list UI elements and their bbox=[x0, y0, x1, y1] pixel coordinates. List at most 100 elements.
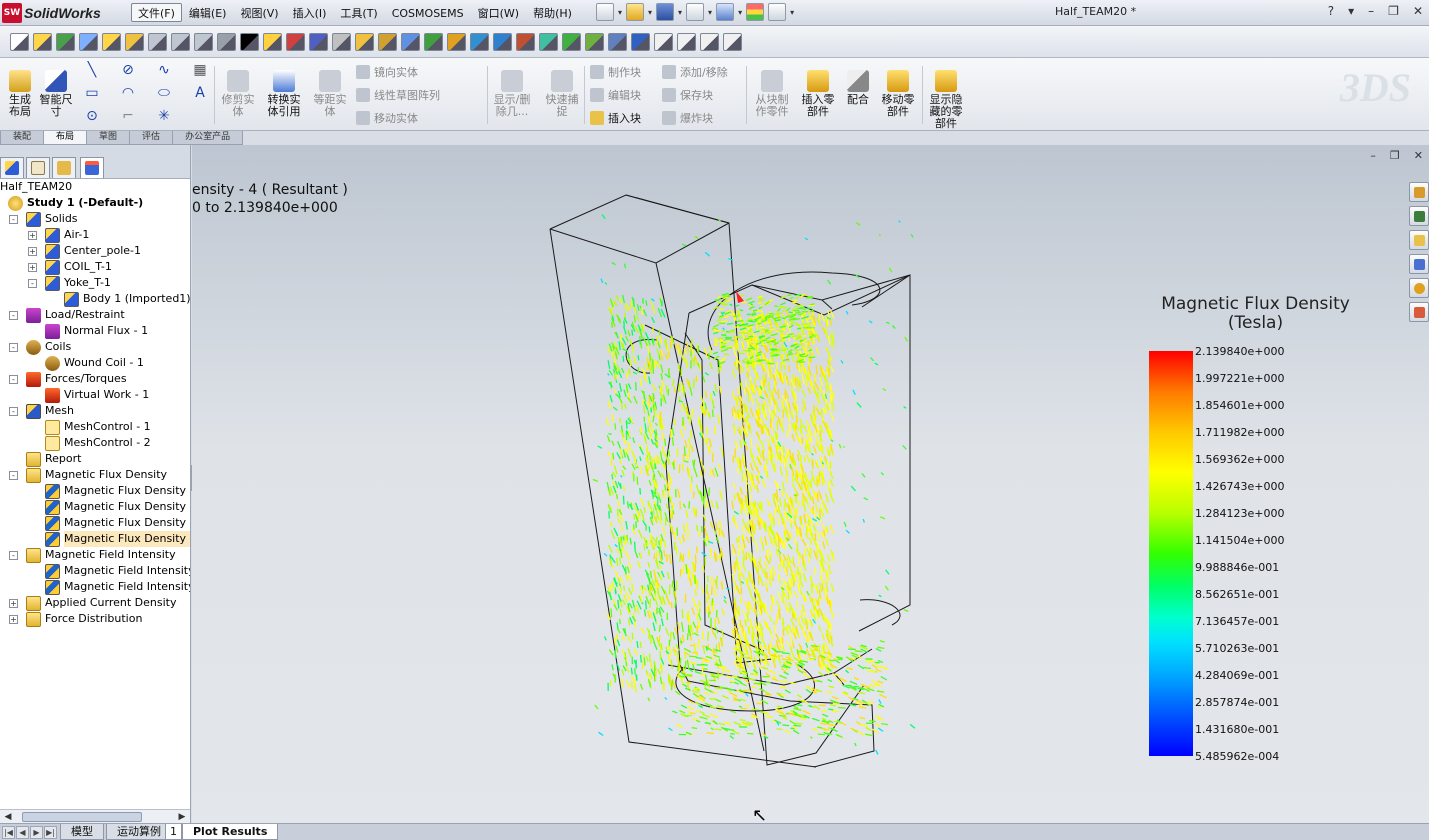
make-block-button[interactable]: 制作块 bbox=[590, 64, 641, 80]
tree-node-acd[interactable]: + Applied Current Density bbox=[9, 595, 176, 611]
tree-node-study[interactable]: Study 1 (-Default-) bbox=[8, 195, 143, 211]
toolbar-tool-icon[interactable] bbox=[125, 33, 144, 51]
tree-node-virtual-work[interactable]: Virtual Work - 1 bbox=[45, 387, 149, 403]
point-tool-icon[interactable]: ✳ bbox=[156, 108, 172, 124]
tree-node-wound-coil[interactable]: Wound Coil - 1 bbox=[45, 355, 144, 371]
toolbar-tool-icon[interactable] bbox=[263, 33, 282, 51]
tree-node-fd[interactable]: + Force Distribution bbox=[9, 611, 142, 627]
command-tab-0[interactable]: 装配 bbox=[0, 131, 45, 145]
close-button[interactable]: ✕ bbox=[1413, 4, 1423, 18]
quick-snap-button[interactable]: 快速捕 捉 bbox=[542, 70, 582, 118]
save-block-button[interactable]: 保存块 bbox=[662, 87, 713, 103]
move-entities-button[interactable]: 移动实体 bbox=[356, 110, 418, 126]
trim-entities-button[interactable]: 修剪实 体 bbox=[218, 70, 258, 118]
tree-node-body[interactable]: Body 1 (Imported1) (- bbox=[64, 291, 190, 307]
tab-configuration[interactable] bbox=[52, 157, 76, 178]
circle-tool-icon[interactable]: ⊘ bbox=[120, 62, 136, 78]
tree-node-mfd3[interactable]: Magnetic Flux Density - 3 bbox=[45, 515, 190, 531]
tab-property-manager[interactable] bbox=[26, 157, 50, 178]
toolbar-tool-icon[interactable] bbox=[539, 33, 558, 51]
options-icon[interactable] bbox=[768, 3, 787, 21]
menu-item-2[interactable]: 视图(V) bbox=[233, 3, 285, 22]
solidworks-logo[interactable]: SW SolidWorks bbox=[2, 2, 101, 24]
expand-icon[interactable]: + bbox=[28, 263, 37, 272]
rectangle-tool-icon[interactable]: ▭ bbox=[84, 85, 100, 101]
tree-node-meshcontrol1[interactable]: MeshControl - 1 bbox=[45, 419, 151, 435]
toolbar-tool-icon[interactable] bbox=[240, 33, 259, 51]
toolbar-tool-icon[interactable] bbox=[286, 33, 305, 51]
toolbar-tool-icon[interactable] bbox=[217, 33, 236, 51]
toolbar-tool-icon[interactable] bbox=[171, 33, 190, 51]
scroll-right-icon[interactable]: ▶ bbox=[176, 811, 188, 823]
collapse-icon[interactable]: - bbox=[9, 375, 18, 384]
toolbar-tool-icon[interactable] bbox=[493, 33, 512, 51]
fillet-tool-icon[interactable]: ⌐ bbox=[120, 108, 136, 124]
new-document-icon[interactable] bbox=[596, 3, 614, 21]
toolbar-tool-icon[interactable] bbox=[654, 33, 673, 51]
tree-node-mfd2[interactable]: Magnetic Flux Density - 2 bbox=[45, 499, 190, 515]
toolbar-tool-icon[interactable] bbox=[700, 33, 719, 51]
collapse-icon[interactable]: - bbox=[9, 471, 18, 480]
offset-entities-button[interactable]: 等距实 体 bbox=[310, 70, 350, 118]
toolbar-tool-icon[interactable] bbox=[401, 33, 420, 51]
menu-item-0[interactable]: 文件(F) bbox=[131, 3, 182, 22]
toolbar-tool-icon[interactable] bbox=[378, 33, 397, 51]
collapse-icon[interactable]: - bbox=[28, 279, 37, 288]
expand-icon[interactable]: + bbox=[28, 231, 37, 240]
toolbar-tool-icon[interactable] bbox=[148, 33, 167, 51]
toolbar-tool-icon[interactable] bbox=[470, 33, 489, 51]
tree-node-yoke[interactable]: - Yoke_T-1 bbox=[28, 275, 111, 291]
tree-node-center-pole[interactable]: + Center_pole-1 bbox=[28, 243, 141, 259]
toolbar-tool-icon[interactable] bbox=[562, 33, 581, 51]
collapse-icon[interactable]: - bbox=[9, 551, 18, 560]
collapse-icon[interactable]: - bbox=[9, 407, 18, 416]
toolbar-tool-icon[interactable] bbox=[56, 33, 75, 51]
insert-block-button[interactable]: 插入块 bbox=[590, 110, 641, 126]
tree-node-coil[interactable]: + COIL_T-1 bbox=[28, 259, 112, 275]
collapse-icon[interactable]: - bbox=[9, 215, 18, 224]
smart-dimension-button[interactable]: 智能尺 寸 bbox=[36, 70, 76, 118]
toolbar-tool-icon[interactable] bbox=[33, 33, 52, 51]
toolbar-tool-icon[interactable] bbox=[332, 33, 351, 51]
scroll-left-icon[interactable]: ◀ bbox=[2, 811, 14, 823]
mate-button[interactable]: 配合 bbox=[838, 70, 878, 106]
motion-study-number[interactable]: 1 bbox=[165, 824, 182, 840]
linear-pattern-button[interactable]: 线性草图阵列 bbox=[356, 87, 440, 103]
menu-item-1[interactable]: 编辑(E) bbox=[182, 3, 234, 22]
scroll-thumb[interactable] bbox=[22, 812, 142, 822]
toolbar-tool-icon[interactable] bbox=[79, 33, 98, 51]
menu-item-6[interactable]: 窗口(W) bbox=[471, 3, 526, 22]
open-folder-icon[interactable] bbox=[626, 3, 645, 21]
menu-item-7[interactable]: 帮助(H) bbox=[526, 3, 579, 22]
tab-plot-results[interactable]: Plot Results bbox=[182, 824, 279, 840]
text-tool-icon[interactable]: A bbox=[192, 85, 208, 101]
add-remove-button[interactable]: 添加/移除 bbox=[662, 64, 728, 80]
save-icon[interactable] bbox=[656, 3, 675, 21]
tree-node-mfi2[interactable]: Magnetic Field Intensity - bbox=[45, 579, 190, 595]
line-tool-icon[interactable]: ╲ bbox=[84, 62, 100, 78]
grid-tool-icon[interactable]: ▦ bbox=[192, 62, 208, 78]
toolbar-tool-icon[interactable] bbox=[355, 33, 374, 51]
tree-node-solids[interactable]: - Solids bbox=[9, 211, 78, 227]
rebuild-icon[interactable] bbox=[746, 3, 765, 21]
horizontal-scrollbar[interactable]: ◀ ▶ bbox=[0, 809, 190, 824]
show-hidden-components-button[interactable]: 显示隐 藏的零 部件 bbox=[926, 70, 966, 130]
tree-node-mesh[interactable]: - Mesh bbox=[9, 403, 74, 419]
help-icon[interactable]: ? bbox=[1328, 4, 1334, 18]
collapse-icon[interactable]: - bbox=[9, 311, 18, 320]
prev-tab-icon[interactable]: ◀ bbox=[16, 826, 29, 839]
command-tab-4[interactable]: 办公室产品 bbox=[172, 131, 244, 145]
toolbar-tool-icon[interactable] bbox=[447, 33, 466, 51]
tree-node-mfd1[interactable]: Magnetic Flux Density - 1 bbox=[45, 483, 190, 499]
tree-node-mfd[interactable]: - Magnetic Flux Density bbox=[9, 467, 167, 483]
tree-node-coils[interactable]: - Coils bbox=[9, 339, 71, 355]
toolbar-tool-icon[interactable] bbox=[585, 33, 604, 51]
move-component-button[interactable]: 移动零 部件 bbox=[878, 70, 918, 118]
graphics-area[interactable]: – ❐ ✕ ensity - 4 ( Resultant ) 0 to 2.13… bbox=[192, 145, 1429, 823]
menu-item-5[interactable]: COSMOSEMS bbox=[385, 3, 471, 22]
toolbar-tool-icon[interactable] bbox=[102, 33, 121, 51]
tree-node-mfi[interactable]: - Magnetic Field Intensity bbox=[9, 547, 176, 563]
make-layout-button[interactable]: 生成 布局 bbox=[0, 70, 40, 118]
expand-icon[interactable]: + bbox=[9, 599, 18, 608]
next-tab-icon[interactable]: ▶ bbox=[30, 826, 43, 839]
